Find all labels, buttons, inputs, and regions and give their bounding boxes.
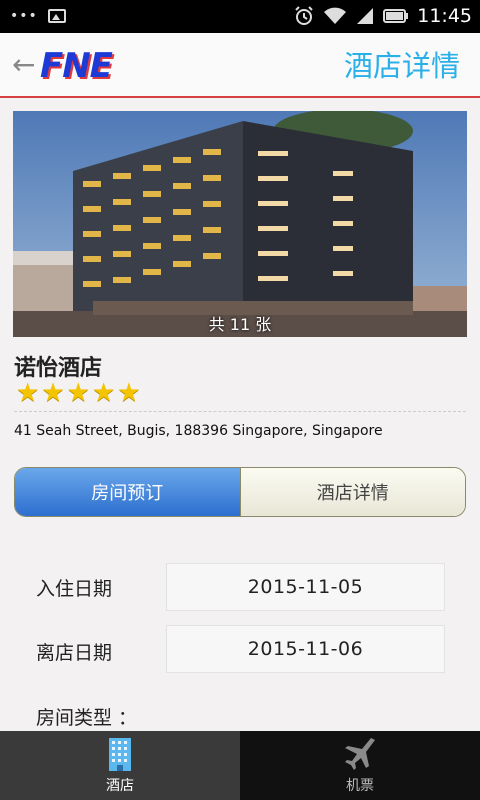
status-bar: ••• 11:45 (0, 0, 480, 33)
app-header: ← FNE 酒店详情 (0, 33, 480, 98)
page-title: 酒店详情 (343, 49, 460, 83)
checkin-label: 入住日期 (36, 578, 113, 600)
star-icon: ★ (66, 378, 90, 408)
nav-item-flight[interactable]: 机票 (240, 731, 480, 800)
alarm-icon (295, 6, 313, 25)
star-icon: ★ (41, 378, 65, 408)
more-dots-icon: ••• (10, 8, 38, 24)
star-icon: ★ (16, 378, 40, 408)
airplane-icon (345, 738, 375, 770)
star-rating: ★ ★ ★ ★ ★ (16, 380, 141, 406)
battery-icon (383, 9, 409, 23)
detail-tabs: 房间预订 酒店详情 (14, 467, 466, 517)
status-left: ••• (10, 8, 66, 24)
divider (14, 411, 466, 412)
nav-item-flight-label: 机票 (346, 778, 374, 794)
image-notification-icon (47, 9, 66, 23)
back-arrow-icon[interactable]: ← (12, 51, 35, 79)
wifi-icon (324, 7, 347, 24)
status-time: 11:45 (417, 5, 472, 27)
checkin-date-field[interactable]: 2015-11-05 (166, 563, 445, 611)
app-logo[interactable]: FNE (40, 47, 113, 85)
bottom-nav: 酒店 机票 (0, 731, 480, 800)
tab-room-booking[interactable]: 房间预订 (15, 468, 241, 516)
hotel-address: 41 Seah Street, Bugis, 188396 Singapore,… (14, 423, 383, 439)
star-icon: ★ (117, 378, 141, 408)
status-right: 11:45 (293, 5, 472, 27)
room-type-label: 房间类型 ： (36, 707, 138, 729)
signal-icon (357, 8, 374, 24)
tab-hotel-details[interactable]: 酒店详情 (240, 468, 465, 516)
hotel-photo-image (13, 111, 467, 337)
checkout-date-field[interactable]: 2015-11-06 (166, 625, 445, 673)
nav-item-hotel-label: 酒店 (106, 778, 134, 794)
photo-count-caption: 共 11 张 (208, 315, 272, 334)
building-icon (109, 738, 131, 771)
hotel-photo[interactable]: 共 11 张 (13, 111, 467, 337)
star-icon: ★ (91, 378, 116, 408)
nav-item-hotel[interactable]: 酒店 (0, 731, 240, 800)
checkout-label: 离店日期 (36, 642, 113, 664)
